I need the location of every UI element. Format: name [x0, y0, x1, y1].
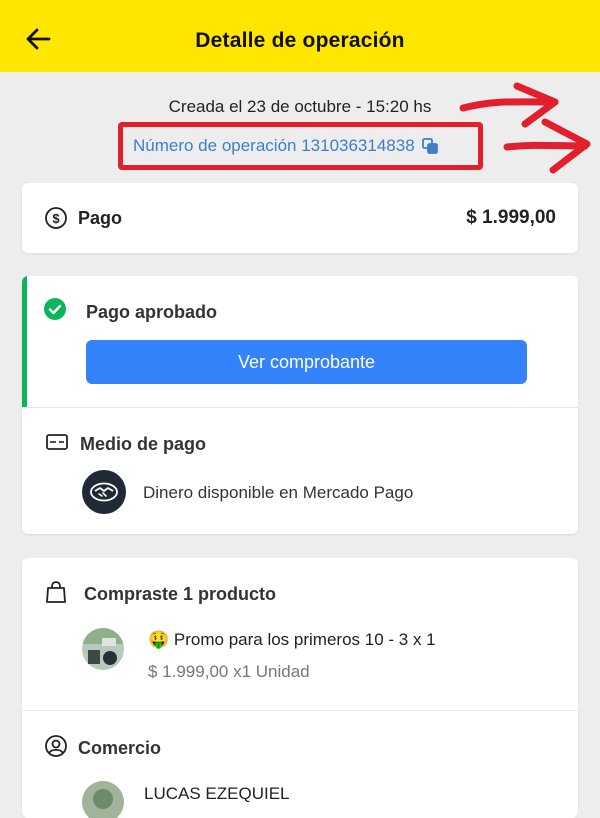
card-icon — [46, 434, 68, 450]
payment-method-value: Dinero disponible en Mercado Pago — [143, 483, 414, 502]
payment-amount: $ 1.999,00 — [466, 207, 556, 228]
top-app-bar: Detalle de operación — [0, 0, 600, 72]
user-circle-icon — [45, 735, 67, 757]
svg-text:$: $ — [52, 211, 60, 226]
status-card: Pago aprobado Ver comprobante Medio de p… — [22, 276, 578, 534]
payment-card: $ Pago $ 1.999,00 — [22, 183, 578, 253]
payment-label: Pago — [78, 208, 123, 228]
product-price: $ 1.999,00 x1 Unidad — [148, 662, 310, 681]
divider — [22, 710, 578, 711]
purchase-title: Compraste 1 producto — [84, 584, 277, 604]
payment-method-title: Medio de pago — [80, 434, 206, 454]
dollar-circle-icon: $ — [45, 207, 67, 229]
merchant-name: LUCAS EZEQUIEL — [144, 784, 290, 803]
purchase-card: Compraste 1 producto 🤑 Promo para los pr… — [22, 558, 578, 818]
page-title: Detalle de operación — [195, 29, 405, 52]
merchant-title: Comercio — [78, 738, 162, 758]
annotation-arrows — [459, 82, 591, 174]
status-label: Pago aprobado — [86, 302, 218, 322]
product-thumbnail — [82, 628, 124, 670]
product-name: Promo para los primeros 10 - 3 x 1 — [173, 630, 436, 649]
money-face-emoji: 🤑 — [148, 630, 170, 649]
view-receipt-button[interactable]: Ver comprobante — [86, 340, 527, 384]
status-accent-bar — [22, 276, 27, 408]
product-name-row: 🤑 Promo para los primeros 10 - 3 x 1 — [148, 630, 436, 650]
divider — [22, 407, 578, 408]
check-circle-icon — [44, 298, 66, 320]
highlight-box — [118, 122, 483, 170]
handshake-icon — [82, 470, 126, 514]
shopping-bag-icon — [46, 581, 66, 603]
